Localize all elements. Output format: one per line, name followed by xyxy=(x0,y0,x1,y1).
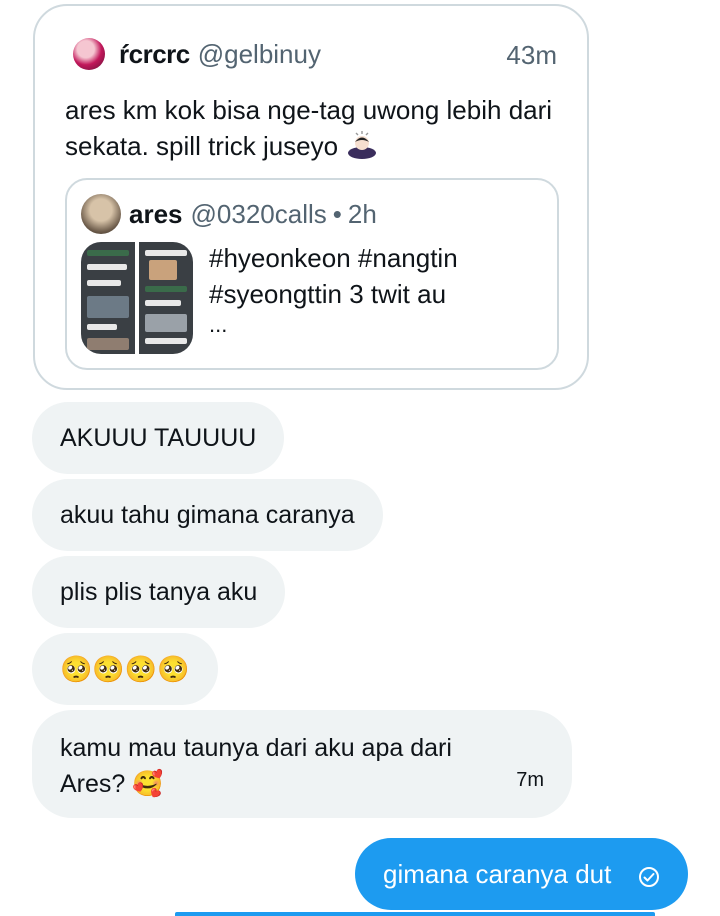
inner-tweet-text-line: #syeongttin 3 twit au xyxy=(209,279,447,309)
received-message-bubble[interactable]: 🥺🥺🥺🥺 xyxy=(32,633,218,705)
inner-tweet-text-ellipsis: ... xyxy=(209,312,228,337)
received-message-bubble[interactable]: plis plis tanya aku xyxy=(32,556,286,628)
inner-tweet-time: 2h xyxy=(347,198,377,229)
quoted-tweet-time: 43m xyxy=(506,40,557,70)
received-message-bubble[interactable]: kamu mau taunya dari aku apa dari Ares? … xyxy=(32,710,572,818)
sent-message-bubble[interactable]: gimana caranya dut xyxy=(355,838,688,910)
inner-tweet-handle: @0320calls xyxy=(190,198,327,229)
quoted-tweet-header: ŕcrcrc @gelbinuy xyxy=(73,38,321,70)
message-text: 🥺🥺🥺🥺 xyxy=(60,653,190,684)
message-text: gimana caranya dut xyxy=(383,858,612,889)
inner-quoted-tweet[interactable]: ares @0320calls • 2h #hyeonkeon #nangtin… xyxy=(65,178,559,370)
message-text: kamu mau taunya dari aku apa dari Ares? … xyxy=(60,734,452,798)
message-text: AKUUU TAUUUU xyxy=(60,423,257,452)
sent-check-icon xyxy=(638,864,660,887)
received-message-bubble[interactable]: AKUUU TAUUUU xyxy=(32,402,285,474)
media-thumbnail[interactable] xyxy=(81,242,193,354)
inner-tweet-text: #hyeonkeon #nangtin #syeongttin 3 twit a… xyxy=(209,240,539,338)
quoted-tweet-text: ares km kok bisa nge-tag uwong lebih dar… xyxy=(65,92,565,168)
next-message-bubble-edge xyxy=(175,912,655,916)
avatar[interactable] xyxy=(81,194,121,234)
inner-tweet-display-name: ares xyxy=(129,198,183,229)
quoted-tweet-handle: @gelbinuy xyxy=(197,38,321,69)
quoted-tweet-display-name: ŕcrcrc xyxy=(119,38,190,69)
message-text: akuu tahu gimana caranya xyxy=(60,500,355,529)
thumbnail-image-left xyxy=(81,242,135,354)
thumbnail-image-right xyxy=(139,242,193,354)
separator-dot: • xyxy=(332,198,342,229)
received-message-bubble[interactable]: akuu tahu gimana caranya xyxy=(32,479,383,551)
message-timestamp: 7m xyxy=(516,769,544,791)
person-bowing-emoji-icon xyxy=(345,129,379,168)
quoted-tweet-card[interactable]: ŕcrcrc @gelbinuy 43m ares km kok bisa ng… xyxy=(33,4,589,390)
inner-tweet-text-line: #hyeonkeon #nangtin xyxy=(209,243,458,273)
inner-tweet-header: ares @0320calls • 2h xyxy=(81,194,377,234)
avatar[interactable] xyxy=(73,38,105,70)
quoted-tweet-text-content: ares km kok bisa nge-tag uwong lebih dar… xyxy=(65,95,553,161)
message-text: plis plis tanya aku xyxy=(60,577,258,606)
